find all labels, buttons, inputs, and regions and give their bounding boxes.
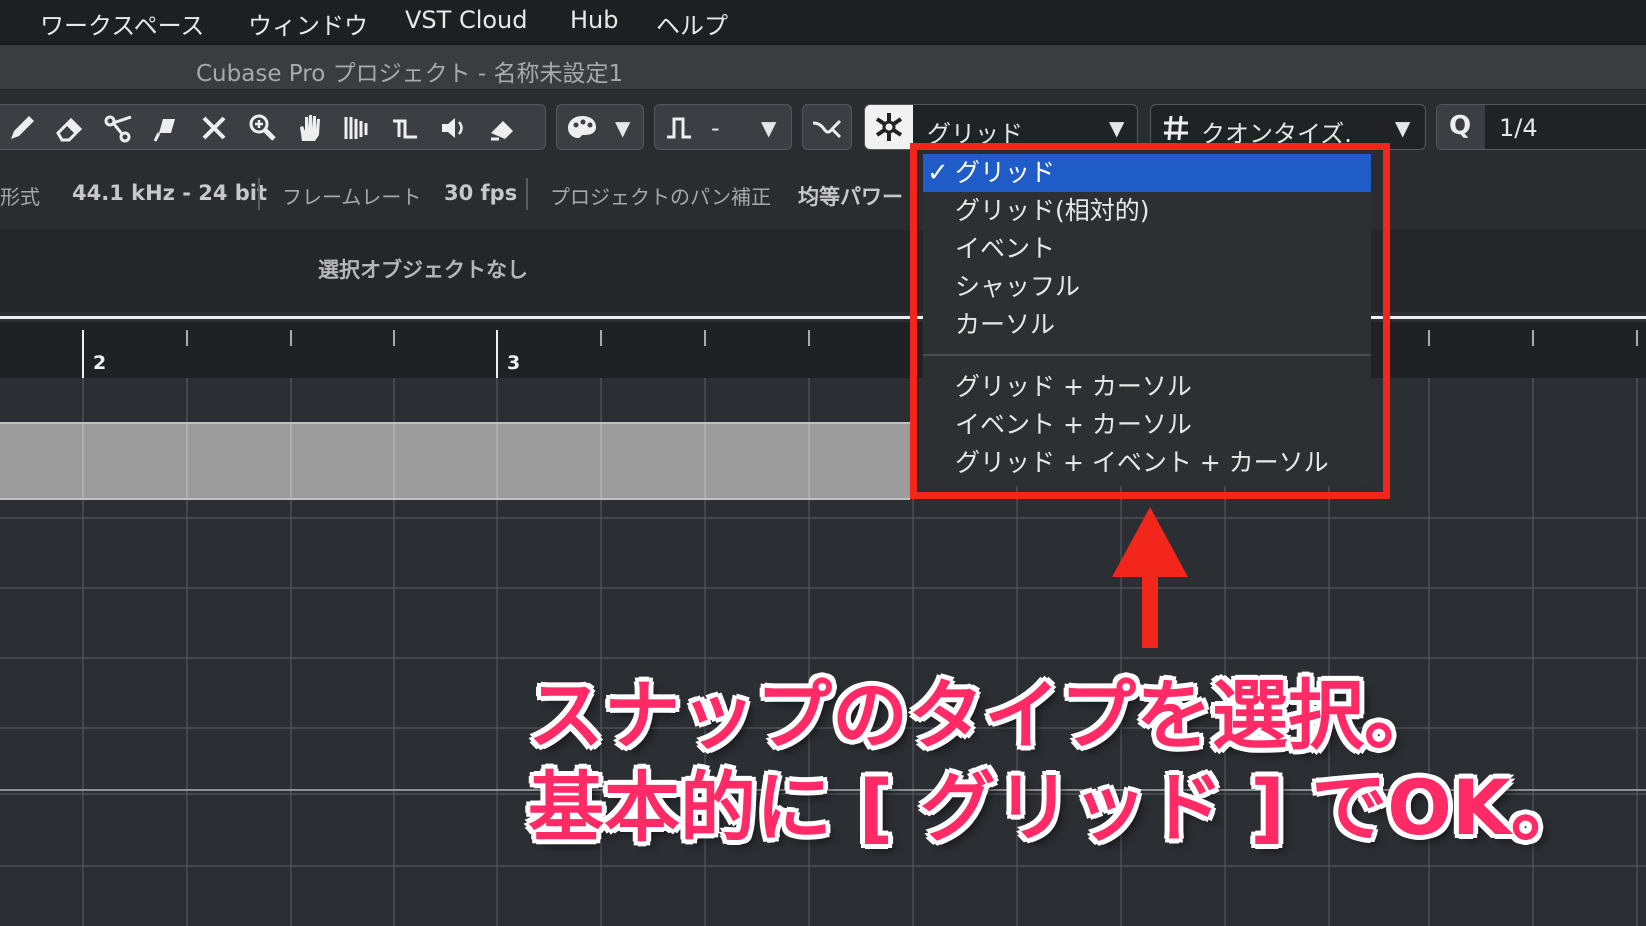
quantize-value: 1/4 (1499, 114, 1538, 142)
menu-help[interactable]: ヘルプ (656, 6, 728, 41)
framerate-value[interactable]: 30 fps (444, 181, 517, 205)
pan-label: プロジェクトのパン補正 (550, 185, 771, 209)
pencil-icon[interactable] (5, 111, 39, 145)
menu-hub[interactable]: Hub (570, 6, 619, 34)
ruler-bar-number: 3 (507, 352, 521, 374)
ruler-bar-number: 2 (93, 352, 107, 374)
hash-icon (1159, 111, 1193, 145)
framerate-label: フレームレート (282, 185, 422, 209)
ruler-ticks (82, 330, 1638, 378)
info-line: 形式 44.1 kHz - 24 bit フレームレート 30 fps プロジェ… (0, 160, 1646, 230)
hand-icon[interactable] (293, 111, 327, 145)
no-object-selected-text: 選択オブジェクトなし (318, 258, 528, 282)
annotation-arrow-icon (1110, 505, 1190, 650)
color-icon[interactable] (485, 111, 519, 145)
quantize-q-button[interactable]: Q (1437, 105, 1485, 149)
separator (526, 178, 528, 210)
highlight-box (910, 143, 1390, 499)
annotation-caption: スナップのタイプを選択。 基本的に [ グリッド ] でOK。 (528, 670, 1638, 854)
toolbar: ▼ - ▼ グリッド ▼ クオンタイズ. ▼ Q 1/4 (0, 90, 1646, 160)
zoom-icon[interactable] (245, 111, 279, 145)
mute-x-icon[interactable] (197, 111, 231, 145)
chevron-down-icon: ▼ (615, 116, 631, 140)
snap-toggle-button[interactable] (802, 104, 852, 150)
menu-bar: ワークスペース ウィンドウ VST Cloud Hub ヘルプ (0, 0, 1646, 45)
speaker-icon[interactable] (437, 111, 471, 145)
split-scissors-icon[interactable] (101, 111, 135, 145)
eraser-icon[interactable] (53, 111, 87, 145)
menu-window[interactable]: ウィンドウ (248, 6, 368, 41)
comp-icon[interactable] (389, 111, 423, 145)
annotation-line-1: スナップのタイプを選択。 (528, 671, 1440, 760)
snap-icon (810, 111, 844, 145)
title-bar: Cubase Pro プロジェクト - 名称未設定1 (0, 45, 1646, 90)
tool-buttons-group (0, 104, 546, 150)
chevron-down-icon: ▼ (761, 116, 777, 140)
timewarp-icon[interactable] (341, 111, 375, 145)
quantize-value-dropdown[interactable]: Q 1/4 (1436, 104, 1646, 150)
palette-icon (565, 111, 599, 145)
groove-value: - (711, 114, 720, 142)
chevron-down-icon: ▼ (1395, 116, 1411, 140)
menu-vst-cloud[interactable]: VST Cloud (405, 6, 528, 34)
groove-dropdown[interactable]: - ▼ (654, 104, 792, 150)
format-label: 形式 (0, 185, 40, 209)
timeline-ruler[interactable]: 2 3 (0, 322, 1646, 378)
separator (258, 178, 260, 210)
annotation-line-2: 基本的に [ グリッド ] でOK。 (528, 763, 1587, 852)
pulse-icon (663, 111, 697, 145)
format-value[interactable]: 44.1 kHz - 24 bit (72, 181, 267, 205)
lane-grid-lines (82, 424, 810, 498)
chevron-down-icon: ▼ (1109, 116, 1125, 140)
divider (0, 316, 1646, 319)
selected-track-lane[interactable] (0, 422, 910, 500)
pan-value[interactable]: 均等パワー (798, 181, 903, 211)
glue-icon[interactable] (149, 111, 183, 145)
info-panel: 選択オブジェクトなし (0, 230, 1646, 312)
snap-type-icon (865, 105, 913, 149)
window-title: Cubase Pro プロジェクト - 名称未設定1 (196, 61, 624, 87)
menu-workspace[interactable]: ワークスペース (40, 6, 204, 41)
color-dropdown[interactable]: ▼ (556, 104, 644, 150)
